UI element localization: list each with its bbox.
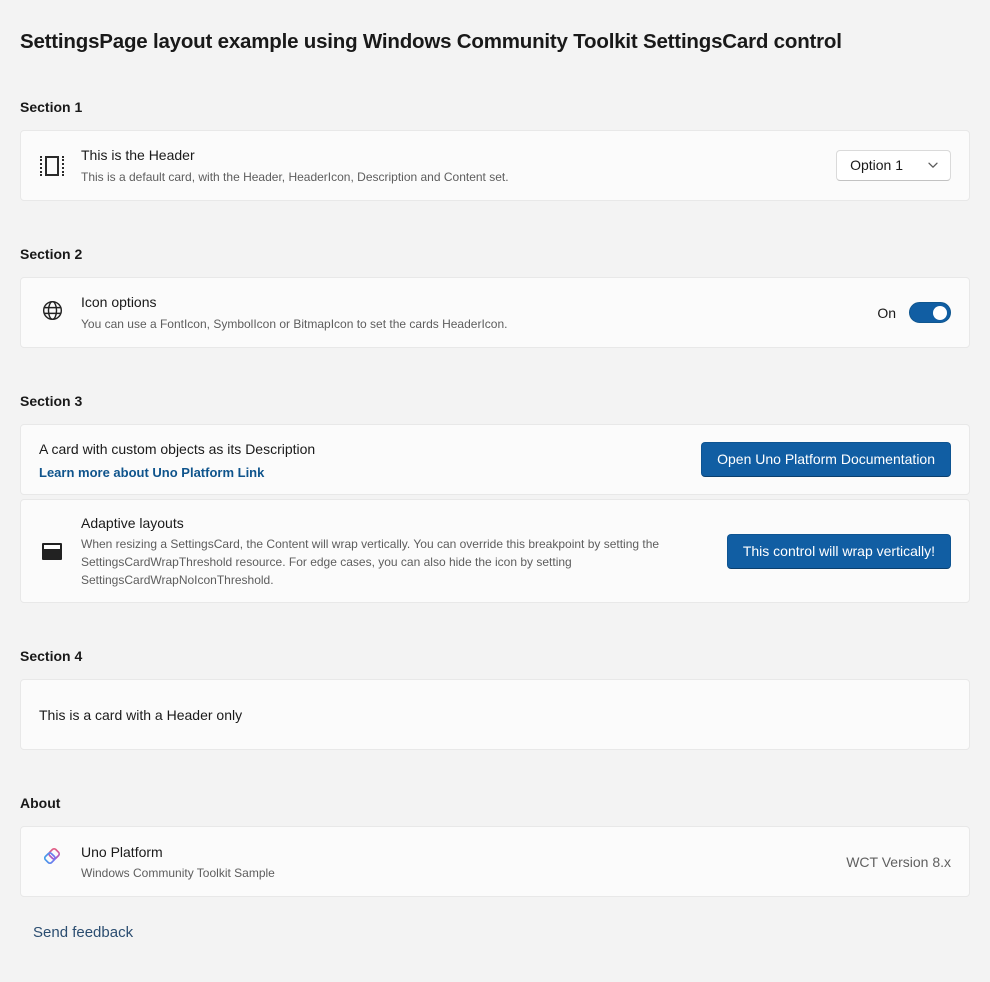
open-documentation-button[interactable]: Open Uno Platform Documentation (701, 442, 951, 477)
settings-card-header-only: This is a card with a Header only (20, 679, 970, 750)
card-header: This is a card with a Header only (39, 705, 951, 725)
section-1: Section 1 This is the Header This is a d… (20, 99, 970, 201)
settings-card-adaptive-layouts: Adaptive layouts When resizing a Setting… (20, 499, 970, 603)
display-icon (42, 543, 62, 560)
about-heading: About (20, 795, 970, 811)
wct-version-label: WCT Version 8.x (846, 854, 951, 870)
toggle-knob (933, 306, 947, 320)
chevron-down-icon (927, 159, 939, 171)
page-title: SettingsPage layout example using Window… (20, 30, 970, 54)
toggle-state-label: On (877, 305, 896, 321)
about-description: Windows Community Toolkit Sample (81, 864, 822, 882)
card-header: This is the Header (81, 145, 812, 165)
wrap-vertically-button[interactable]: This control will wrap vertically! (727, 534, 951, 569)
uno-platform-logo (40, 847, 64, 876)
uno-platform-link[interactable]: Learn more about Uno Platform Link (39, 465, 677, 480)
card-header: Icon options (81, 292, 853, 312)
section-4: Section 4 This is a card with a Header o… (20, 648, 970, 750)
combobox-value: Option 1 (850, 157, 903, 173)
section-3-heading: Section 3 (20, 393, 970, 409)
icon-options-toggle[interactable] (909, 302, 951, 323)
card-header: A card with custom objects as its Descri… (39, 439, 677, 459)
globe-icon (41, 299, 64, 327)
dashed-frame-icon (40, 156, 64, 176)
section-2-heading: Section 2 (20, 246, 970, 262)
section-about: About (20, 795, 970, 942)
settings-card-custom-description: A card with custom objects as its Descri… (20, 424, 970, 495)
card-description: This is a default card, with the Header,… (81, 168, 812, 186)
about-title: Uno Platform (81, 842, 822, 862)
card-description: When resizing a SettingsCard, the Conten… (81, 535, 703, 589)
about-card: Uno Platform Windows Community Toolkit S… (20, 826, 970, 897)
card-description: You can use a FontIcon, SymbolIcon or Bi… (81, 315, 853, 333)
option-combobox[interactable]: Option 1 (836, 150, 951, 181)
send-feedback-link[interactable]: Send feedback (33, 924, 133, 941)
section-3: Section 3 A card with custom objects as … (20, 393, 970, 603)
section-2: Section 2 Icon options (20, 246, 970, 348)
settings-card-default: This is the Header This is a default car… (20, 130, 970, 201)
card-header: Adaptive layouts (81, 513, 703, 533)
section-4-heading: Section 4 (20, 648, 970, 664)
section-1-heading: Section 1 (20, 99, 970, 115)
settings-page: SettingsPage layout example using Window… (0, 0, 990, 982)
settings-card-icon-options: Icon options You can use a FontIcon, Sym… (20, 277, 970, 348)
